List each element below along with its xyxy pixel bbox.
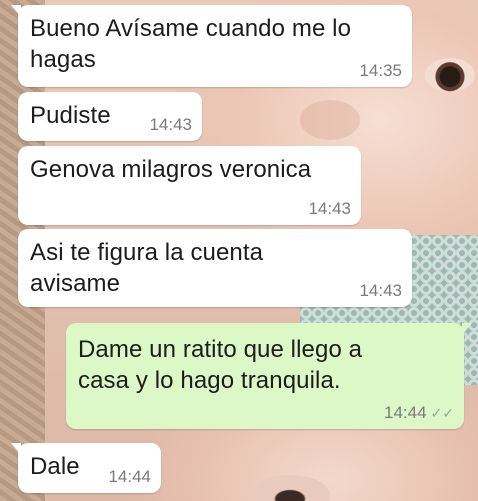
message-timestamp: 14:43 <box>308 199 351 218</box>
message-text: Pudiste <box>30 102 111 129</box>
outgoing-message-bubble[interactable]: Dame un ratito que llego a casa y lo hag… <box>66 323 472 429</box>
message-timestamp: 14:44 ✓✓ <box>384 403 454 423</box>
incoming-message-bubble[interactable]: Pudiste 14:43 <box>18 92 202 141</box>
incoming-message-bubble[interactable]: Bueno Avísame cuando me lo hagas 14:35 <box>11 5 412 87</box>
bubble-tail <box>11 5 21 17</box>
incoming-message-bubble[interactable]: Asi te figura la cuenta avisame 14:43 <box>18 229 412 307</box>
double-check-icon: ✓✓ <box>430 405 454 421</box>
wallpaper-eye <box>425 58 475 92</box>
message-text: Genova milagros veronica <box>30 156 312 183</box>
message-timestamp: 14:43 <box>359 281 402 300</box>
message-timestamp: 14:35 <box>359 61 402 80</box>
message-text: Asi te figura la cuenta avisame <box>30 239 264 297</box>
message-text: Dame un ratito que llego a casa y lo hag… <box>78 336 363 394</box>
wallpaper-nose <box>300 100 360 140</box>
incoming-message-bubble[interactable]: Dale 14:44 <box>11 443 161 493</box>
message-timestamp: 14:43 <box>149 115 192 134</box>
message-text: Dale <box>30 453 80 480</box>
bubble-tail <box>462 323 472 335</box>
bubble-tail <box>11 443 21 455</box>
message-time-value: 14:44 <box>383 403 427 422</box>
message-timestamp: 14:44 <box>108 467 151 486</box>
message-text: Bueno Avísame cuando me lo hagas <box>30 15 352 73</box>
incoming-message-bubble[interactable]: Genova milagros veronica 14:43 <box>18 146 361 225</box>
